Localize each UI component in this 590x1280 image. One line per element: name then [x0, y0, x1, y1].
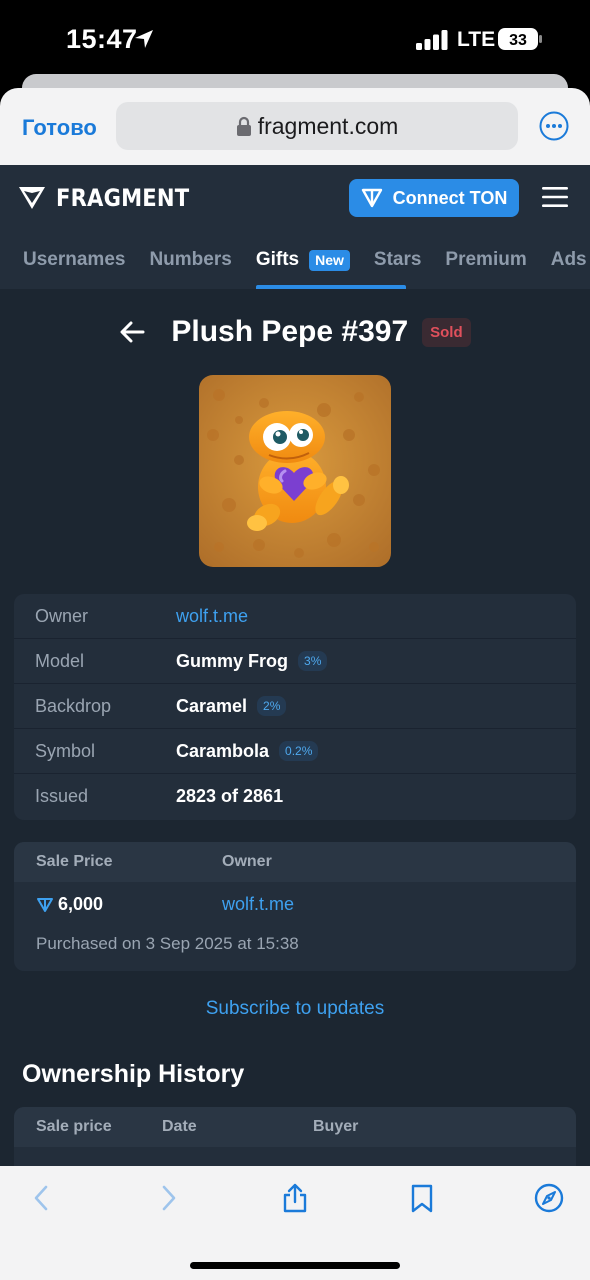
- battery-icon: 33: [498, 28, 542, 50]
- detail-row-backdrop: Backdrop Caramel 2%: [14, 684, 576, 729]
- history-col-date: Date: [162, 1118, 197, 1135]
- sale-owner-header: Owner: [222, 853, 272, 870]
- url-text: fragment.com: [257, 112, 399, 139]
- hamburger-menu-icon[interactable]: [542, 187, 568, 207]
- history-title: Ownership History: [22, 1060, 245, 1088]
- share-icon[interactable]: [280, 1183, 310, 1213]
- symbol-value: Carambola: [176, 740, 270, 761]
- logo-text: FRAGMENT: [56, 184, 190, 212]
- gift-details-table: Owner wolf.t.me Model Gummy Frog 3% Back…: [14, 594, 576, 820]
- sale-header: Sale Price Owner: [14, 842, 576, 882]
- detail-label: Backdrop: [35, 695, 112, 716]
- connect-ton-button[interactable]: Connect TON: [349, 179, 519, 217]
- ton-icon: [361, 188, 382, 208]
- status-time: 15:47: [66, 24, 138, 54]
- rarity-badge: 0.2%: [279, 741, 319, 761]
- browser-top-bar: Готово fragment.com: [0, 88, 590, 165]
- subscribe-link[interactable]: Subscribe to updates: [0, 998, 590, 1020]
- location-arrow-icon: [135, 30, 153, 48]
- detail-value: Gummy Frog 3%: [176, 650, 328, 672]
- url-field[interactable]: fragment.com: [116, 102, 518, 150]
- purchased-date: Purchased on 3 Sep 2025 at 15:38: [36, 934, 299, 953]
- fragment-logo-icon: [19, 187, 45, 209]
- back-icon[interactable]: [27, 1183, 57, 1213]
- tab-label: Usernames: [23, 249, 126, 270]
- back-arrow-icon[interactable]: [119, 320, 145, 344]
- sale-price-header: Sale Price: [36, 853, 113, 870]
- rarity-badge: 3%: [298, 651, 328, 671]
- history-header: Sale price Date Buyer: [14, 1107, 576, 1147]
- lock-icon: [236, 116, 251, 136]
- sale-price: 6,000: [36, 894, 103, 915]
- page-title: Plush Pepe #397: [171, 315, 409, 348]
- browser-bottom-toolbar: [0, 1166, 590, 1280]
- nav-tabs: Usernames Numbers Gifts New Stars Premiu…: [0, 247, 590, 289]
- owner-link[interactable]: wolf.t.me: [176, 606, 248, 627]
- detail-row-owner: Owner wolf.t.me: [14, 594, 576, 639]
- done-button[interactable]: Готово: [22, 115, 97, 141]
- status-bar: 15:47 LTE 33: [0, 0, 590, 82]
- bookmarks-icon[interactable]: [407, 1183, 437, 1213]
- battery-level: 33: [509, 32, 527, 49]
- detail-row-issued: Issued 2823 of 2861: [14, 774, 576, 819]
- tab-gifts[interactable]: Gifts New: [255, 247, 407, 289]
- tab-stars[interactable]: Stars: [374, 247, 422, 289]
- model-value: Gummy Frog: [176, 650, 289, 671]
- web-page: FRAGMENT Connect TON Usernames Numbers G…: [0, 165, 590, 1166]
- sale-info-box: Sale Price Owner 6,000 wolf.t.me Purchas…: [14, 842, 576, 971]
- forward-icon[interactable]: [153, 1183, 183, 1213]
- sale-owner-link[interactable]: wolf.t.me: [222, 894, 294, 915]
- history-col-sale-price: Sale price: [36, 1118, 112, 1135]
- compass-icon[interactable]: [534, 1183, 564, 1213]
- ownership-history-table: Sale price Date Buyer: [14, 1107, 576, 1166]
- ton-icon: [37, 897, 53, 912]
- site-logo[interactable]: FRAGMENT: [18, 184, 207, 212]
- cellular-signal-icon: [416, 30, 448, 50]
- tab-label: Premium: [445, 249, 527, 270]
- detail-value: Caramel 2%: [176, 695, 287, 717]
- detail-value: Carambola 0.2%: [176, 740, 319, 762]
- tab-numbers[interactable]: Numbers: [149, 247, 231, 289]
- history-col-buyer: Buyer: [313, 1118, 359, 1135]
- more-options-icon[interactable]: [539, 111, 569, 141]
- home-indicator[interactable]: [190, 1262, 400, 1269]
- tab-label: Ads: [550, 249, 587, 270]
- tab-label: Stars: [373, 249, 422, 270]
- issued-value: 2823 of 2861: [176, 786, 284, 806]
- rarity-badge: 2%: [257, 696, 287, 716]
- tab-usernames[interactable]: Usernames: [23, 247, 125, 289]
- backdrop-value: Caramel: [176, 695, 248, 716]
- tab-label: Numbers: [149, 249, 232, 270]
- tab-label: Gifts: [255, 249, 300, 270]
- network-label: LTE: [457, 28, 496, 51]
- gift-image: [199, 375, 391, 567]
- tab-ads[interactable]: Ads: [551, 247, 587, 289]
- detail-row-model: Model Gummy Frog 3%: [14, 639, 576, 684]
- sale-price-value: 6,000: [58, 894, 104, 914]
- sold-badge: Sold: [422, 317, 471, 347]
- detail-row-symbol: Symbol Carambola 0.2%: [14, 729, 576, 774]
- connect-label: Connect TON: [392, 187, 508, 208]
- new-badge: New: [309, 250, 350, 271]
- tab-premium[interactable]: Premium: [445, 247, 526, 289]
- detail-label: Model: [35, 650, 85, 671]
- site-header: FRAGMENT Connect TON Usernames Numbers G…: [0, 165, 590, 289]
- detail-label: Owner: [35, 605, 89, 626]
- detail-label: Symbol: [35, 740, 96, 761]
- title-row: Plush Pepe #397 Sold: [0, 315, 590, 349]
- detail-label: Issued: [35, 786, 89, 806]
